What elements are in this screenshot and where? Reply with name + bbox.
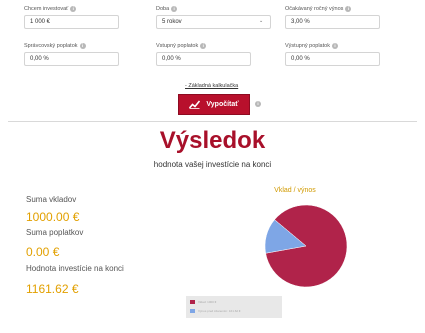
- result-subtitle: hodnota vašej investície na konci: [153, 160, 272, 169]
- legend-label-deposit: Vklad: 1000 €: [198, 300, 217, 304]
- legend-label-yield: Výnos pred zdanením: 161.62 €: [198, 309, 241, 313]
- legend-swatch-deposit: [190, 300, 195, 304]
- info-icon[interactable]: i: [345, 5, 352, 12]
- management-fee-input[interactable]: 0,00 %: [24, 52, 119, 66]
- duration-field: Doba i 5 rokov ⌄: [156, 5, 271, 29]
- expected-yield-input[interactable]: 3,00 %: [285, 15, 380, 29]
- exit-fee-field: Výstupný poplatok i 0,00 %: [285, 42, 380, 66]
- entry-fee-label: Vstupný poplatok: [156, 42, 199, 49]
- info-icon[interactable]: i: [255, 101, 261, 107]
- chart-legend: Vklad: 1000 € Výnos pred zdanením: 161.6…: [186, 296, 282, 318]
- fees-sum-label: Suma poplatkov: [26, 228, 84, 237]
- deposits-sum-label: Suma vkladov: [26, 195, 77, 204]
- investment-amount-field: Chcem investovať i 1 000 €: [24, 5, 119, 29]
- duration-value: 5 rokov: [162, 19, 182, 25]
- duration-select[interactable]: 5 rokov ⌄: [156, 15, 271, 29]
- calculate-button[interactable]: Vypočítať: [178, 94, 250, 115]
- entry-fee-input[interactable]: 0,00 %: [156, 52, 251, 66]
- duration-label: Doba: [156, 5, 170, 12]
- final-value-label: Hodnota investície na konci: [26, 264, 124, 273]
- entry-fee-field: Vstupný poplatok i 0,00 %: [156, 42, 251, 66]
- management-fee-field: Správcovský poplatok i 0,00 %: [24, 42, 119, 66]
- exit-fee-input[interactable]: 0,00 %: [285, 52, 380, 66]
- info-icon[interactable]: i: [200, 42, 207, 49]
- legend-item-yield[interactable]: Výnos pred zdanením: 161.62 €: [190, 309, 241, 313]
- final-value-value: 1161.62 €: [26, 282, 79, 296]
- chevron-down-icon: ⌄: [259, 18, 264, 24]
- deposits-sum-value: 1000.00 €: [26, 210, 80, 224]
- info-icon[interactable]: i: [79, 42, 86, 49]
- management-fee-label: Správcovský poplatok: [24, 42, 78, 49]
- investment-amount-label: Chcem investovať: [24, 5, 69, 12]
- basic-calculator-link[interactable]: - Základná kalkulačka: [185, 83, 238, 89]
- chart-title: Vklad / výnos: [274, 187, 316, 194]
- expected-yield-label: Očakávaný ročný výnos: [285, 5, 344, 12]
- result-title: Výsledok: [159, 127, 266, 154]
- legend-swatch-yield: [190, 309, 195, 313]
- expected-yield-field: Očakávaný ročný výnos i 3,00 %: [285, 5, 380, 29]
- section-divider: [8, 121, 417, 122]
- fees-sum-value: 0.00 €: [26, 245, 60, 259]
- info-icon[interactable]: i: [70, 5, 77, 12]
- deposit-yield-pie-chart: [264, 204, 348, 288]
- info-icon[interactable]: i: [171, 5, 178, 12]
- legend-item-deposit[interactable]: Vklad: 1000 €: [190, 300, 216, 304]
- calculate-button-label: Vypočítať: [206, 101, 239, 108]
- info-icon[interactable]: i: [331, 42, 338, 49]
- investment-amount-input[interactable]: 1 000 €: [24, 15, 119, 29]
- exit-fee-label: Výstupný poplatok: [285, 42, 330, 49]
- chart-trend-icon: [189, 100, 201, 109]
